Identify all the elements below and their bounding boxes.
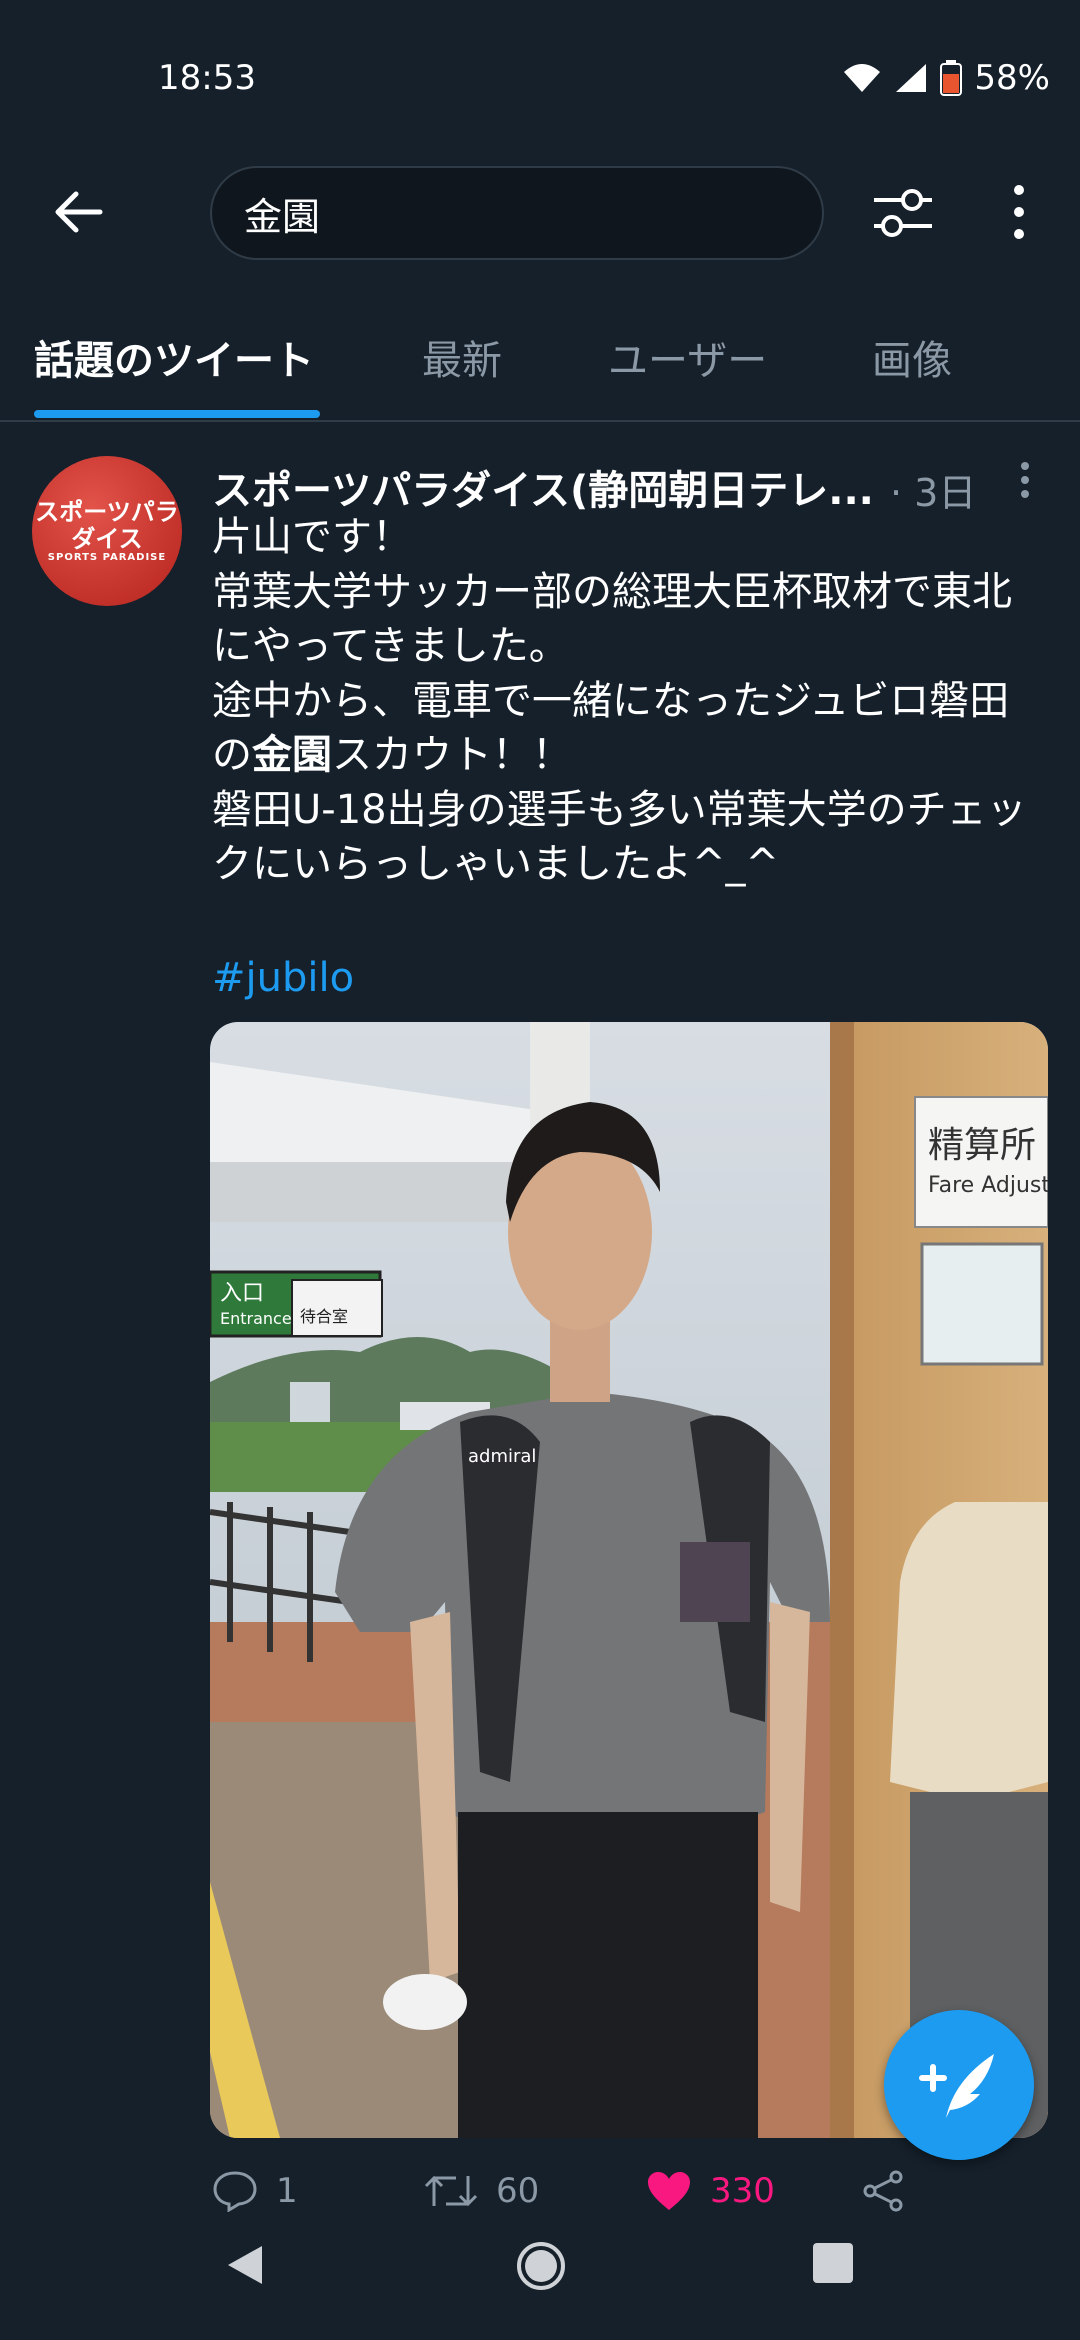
signal-icon — [896, 64, 927, 92]
search-query: 金園 — [244, 194, 321, 239]
avatar-logo-text: スポーツパラダイス — [35, 498, 179, 553]
photo-sign-fare: 精算所 — [928, 1125, 1036, 1166]
search-input[interactable]: 金園 — [210, 166, 824, 260]
avatar-logo: スポーツパラダイス SPORTS PARADISE — [32, 499, 182, 563]
tweet-line-3-post: スカウト！！ — [332, 732, 572, 778]
like-button[interactable]: 330 — [646, 2170, 775, 2212]
more-vertical-icon[interactable] — [1000, 182, 1038, 242]
nav-recents-icon[interactable] — [810, 2240, 856, 2286]
retweet-count: 60 — [496, 2171, 540, 2211]
tweet-photo[interactable]: 入口 Entrance 待合室 精算所 Fare Adjustm admiral — [210, 1022, 1048, 2138]
photo-sign-entrance-en: Entrance — [220, 1309, 292, 1328]
heart-icon — [648, 2172, 690, 2210]
tweet-author[interactable]: スポーツパラダイス(静岡朝日テレ... — [212, 458, 874, 516]
photo-sign-waiting: 待合室 — [300, 1307, 348, 1326]
status-time: 18:53 — [158, 58, 256, 98]
compose-tweet-button[interactable] — [884, 2010, 1034, 2160]
tweet-line-2: 常葉大学サッカー部の総理大臣杯取材で東北にやってきました。 — [212, 568, 1012, 670]
battery-percent: 58% — [974, 58, 1050, 98]
reply-count: 1 — [276, 2171, 298, 2211]
tab-photos[interactable]: 画像 — [872, 328, 952, 386]
back-arrow-icon[interactable] — [48, 182, 108, 242]
photo-sign-entrance: 入口 — [220, 1281, 264, 1306]
photo-sign-fare-en: Fare Adjustm — [928, 1173, 1048, 1198]
hashtag-link[interactable]: #jubilo — [212, 955, 354, 1001]
retweet-button[interactable]: 60 — [424, 2170, 539, 2212]
reply-icon — [213, 2171, 257, 2212]
avatar[interactable]: スポーツパラダイス SPORTS PARADISE — [32, 456, 182, 606]
tweet-age: · 3日 — [890, 471, 977, 515]
reply-button[interactable]: 1 — [212, 2170, 298, 2212]
avatar-logo-subtext: SPORTS PARADISE — [47, 551, 167, 563]
wifi-icon — [844, 64, 881, 92]
nav-back-icon[interactable] — [220, 2240, 270, 2290]
tab-top[interactable]: 話題のツイート — [34, 328, 314, 386]
photo-shirt-brand: admiral — [468, 1446, 536, 1467]
search-tabs: 話題のツイート 最新 ユーザー 画像 — [0, 300, 1080, 422]
share-button[interactable] — [862, 2170, 906, 2212]
battery-icon — [940, 60, 963, 96]
share-icon — [863, 2170, 903, 2212]
tweet-line-4: 磐田U-18出身の選手も多い常葉大学のチェックにいらっしゃいましたよ^_^ — [212, 786, 1027, 888]
retweet-icon — [424, 2175, 478, 2207]
tweet-body: 片山です！ 常葉大学サッカー部の総理大臣杯取材で東北にやってきました。 途中から… — [212, 510, 1042, 892]
tab-people[interactable]: ユーザー — [608, 328, 767, 386]
tweet-line-1: 片山です！ — [212, 514, 412, 560]
tweet-highlight: 金園 — [252, 732, 332, 778]
active-tab-indicator — [34, 410, 320, 418]
like-count: 330 — [710, 2171, 775, 2211]
tab-latest[interactable]: 最新 — [422, 328, 502, 386]
tweet-more-icon[interactable] — [1012, 460, 1038, 500]
nav-home-icon[interactable] — [515, 2240, 567, 2292]
status-icons: 58% — [842, 58, 1050, 98]
filter-icon[interactable] — [870, 180, 936, 246]
